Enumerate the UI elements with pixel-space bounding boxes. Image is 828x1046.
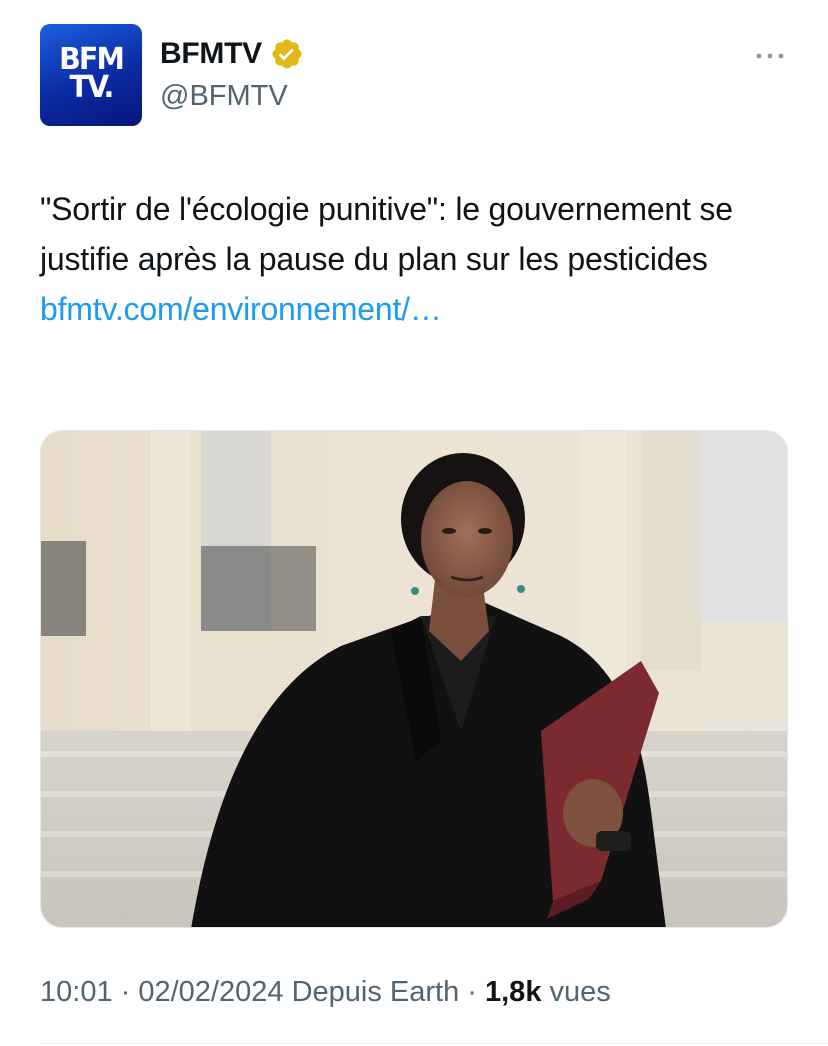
divider bbox=[40, 1043, 828, 1044]
views-count[interactable]: 1,8k bbox=[485, 976, 541, 1008]
display-name[interactable]: BFMTV bbox=[160, 37, 262, 71]
tweet-meta: 10:01 · 02/02/2024 Depuis Earth · 1,8k v… bbox=[40, 976, 611, 1009]
avatar[interactable]: BFM TV. bbox=[40, 24, 142, 126]
tweet-body: "Sortir de l'écologie punitive": le gouv… bbox=[40, 184, 790, 334]
avatar-logo-line2: TV. bbox=[69, 70, 115, 105]
meta-separator: · bbox=[112, 976, 139, 1008]
meta-separator: · bbox=[459, 976, 485, 1008]
author-names: BFMTV @BFMTV bbox=[160, 34, 304, 113]
display-name-row: BFMTV bbox=[160, 34, 304, 74]
photo-illustration bbox=[41, 431, 787, 927]
tweet-header: BFM TV. BFMTV @BFMTV bbox=[40, 24, 788, 128]
tweet-link[interactable]: bfmtv.com/environnement/… bbox=[40, 284, 790, 334]
tweet-photo[interactable] bbox=[40, 430, 788, 928]
more-horizontal-icon[interactable] bbox=[754, 44, 786, 68]
handle[interactable]: @BFMTV bbox=[160, 80, 304, 113]
views-label: vues bbox=[541, 976, 611, 1008]
verified-badge-icon[interactable] bbox=[270, 37, 304, 71]
tweet-text: "Sortir de l'écologie punitive": le gouv… bbox=[40, 191, 733, 277]
tweet-source: Depuis Earth bbox=[283, 976, 460, 1008]
tweet-date[interactable]: 02/02/2024 bbox=[138, 976, 283, 1008]
tweet-time[interactable]: 10:01 bbox=[40, 976, 113, 1008]
